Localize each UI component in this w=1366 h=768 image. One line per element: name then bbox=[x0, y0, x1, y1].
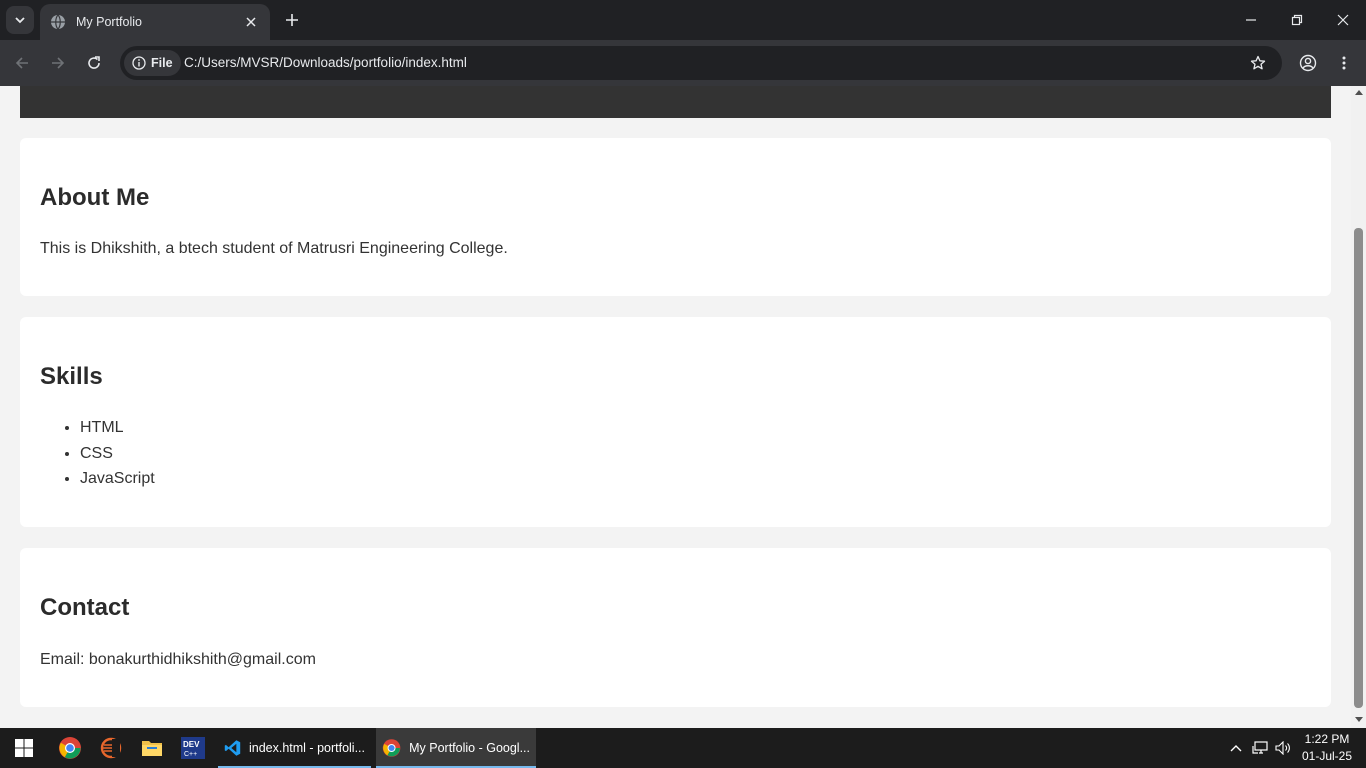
site-info-chip[interactable]: File bbox=[124, 50, 181, 76]
url-text[interactable]: C:/Users/MVSR/Downloads/portfolio/index.… bbox=[184, 55, 467, 70]
close-window-button[interactable] bbox=[1320, 0, 1366, 40]
scroll-up-arrow-icon[interactable] bbox=[1355, 90, 1363, 95]
taskbar-chrome-window[interactable]: My Portfolio - Googl... bbox=[376, 728, 536, 768]
windows-logo-icon bbox=[15, 739, 33, 757]
tray-overflow-button[interactable] bbox=[1226, 728, 1246, 768]
vscode-icon bbox=[224, 740, 241, 756]
svg-text:DEV: DEV bbox=[183, 740, 200, 749]
restore-icon bbox=[1291, 14, 1303, 26]
scroll-down-arrow-icon[interactable] bbox=[1355, 717, 1363, 722]
scrollbar-thumb[interactable] bbox=[1354, 228, 1363, 708]
taskbar-chrome[interactable] bbox=[50, 728, 90, 768]
skills-list: HTML CSS JavaScript bbox=[80, 415, 155, 492]
arrow-left-icon bbox=[15, 57, 28, 69]
dev-cpp-icon: DEV C++ bbox=[181, 737, 205, 759]
page-header bbox=[20, 86, 1331, 118]
info-icon bbox=[132, 56, 146, 70]
tab-title: My Portfolio bbox=[76, 15, 142, 29]
page-viewport: About Me This is Dhikshith, a btech stud… bbox=[0, 86, 1366, 728]
speaker-icon bbox=[1275, 741, 1290, 755]
close-icon bbox=[246, 17, 256, 27]
minimize-icon bbox=[1246, 19, 1256, 21]
network-icon bbox=[1252, 741, 1268, 754]
more-vertical-icon bbox=[1342, 56, 1346, 70]
browser-menu-button[interactable] bbox=[1330, 49, 1358, 77]
contact-email: Email: bonakurthidhikshith@gmail.com bbox=[40, 651, 316, 668]
eclipse-icon bbox=[100, 737, 122, 759]
chrome-icon bbox=[59, 737, 81, 759]
minimize-button[interactable] bbox=[1228, 0, 1274, 40]
contact-section: Contact Email: bonakurthidhikshith@gmail… bbox=[20, 548, 1331, 707]
about-section: About Me This is Dhikshith, a btech stud… bbox=[20, 138, 1331, 296]
taskbar-vscode-window[interactable]: index.html - portfoli... bbox=[218, 728, 371, 768]
svg-text:C++: C++ bbox=[184, 751, 197, 758]
windows-taskbar: DEV C++ index.html - portfoli... My Portf… bbox=[0, 728, 1366, 768]
taskbar-dev-cpp[interactable]: DEV C++ bbox=[173, 728, 213, 768]
chevron-down-icon bbox=[15, 17, 25, 24]
star-icon bbox=[1250, 55, 1266, 70]
page-scrollbar[interactable] bbox=[1351, 86, 1366, 728]
account-icon bbox=[1299, 54, 1317, 72]
restore-button[interactable] bbox=[1274, 0, 1320, 40]
tab-search-button[interactable] bbox=[6, 6, 34, 34]
back-button[interactable] bbox=[8, 49, 36, 77]
folder-icon bbox=[142, 741, 162, 756]
start-button[interactable] bbox=[4, 728, 44, 768]
browser-toolbar: File C:/Users/MVSR/Downloads/portfolio/i… bbox=[0, 40, 1366, 86]
network-tray-icon[interactable] bbox=[1250, 728, 1270, 768]
taskbar-app-label: index.html - portfoli... bbox=[248, 741, 365, 755]
skills-heading: Skills bbox=[40, 363, 103, 390]
arrow-right-icon bbox=[52, 57, 65, 69]
reload-button[interactable] bbox=[80, 49, 108, 77]
contact-heading: Contact bbox=[40, 594, 130, 621]
site-info-label: File bbox=[151, 56, 173, 70]
taskbar-clock[interactable]: 1:22 PM 01-Jul-25 bbox=[1296, 731, 1358, 765]
profile-button[interactable] bbox=[1294, 49, 1322, 77]
about-heading: About Me bbox=[40, 184, 150, 211]
bookmark-button[interactable] bbox=[1248, 53, 1268, 73]
reload-icon bbox=[88, 56, 100, 69]
skill-item: CSS bbox=[80, 441, 155, 467]
volume-tray-icon[interactable] bbox=[1273, 728, 1293, 768]
chevron-up-icon bbox=[1230, 745, 1242, 752]
new-tab-button[interactable] bbox=[280, 8, 304, 32]
globe-icon bbox=[50, 14, 66, 30]
chrome-icon bbox=[382, 739, 401, 757]
skills-section: Skills HTML CSS JavaScript bbox=[20, 317, 1331, 527]
about-text: This is Dhikshith, a btech student of Ma… bbox=[40, 240, 508, 257]
taskbar-app-label: My Portfolio - Googl... bbox=[409, 741, 530, 755]
skill-item: JavaScript bbox=[80, 466, 155, 492]
address-bar[interactable]: File C:/Users/MVSR/Downloads/portfolio/i… bbox=[120, 46, 1282, 80]
tab-close-button[interactable] bbox=[242, 13, 260, 31]
taskbar-eclipse[interactable] bbox=[91, 728, 131, 768]
skill-item: HTML bbox=[80, 415, 155, 441]
browser-tab-active[interactable]: My Portfolio bbox=[40, 4, 270, 40]
forward-button[interactable] bbox=[44, 49, 72, 77]
taskbar-file-explorer[interactable] bbox=[132, 728, 172, 768]
clock-date: 01-Jul-25 bbox=[1301, 749, 1353, 763]
browser-tab-strip: My Portfolio bbox=[0, 0, 1366, 40]
close-icon bbox=[1337, 14, 1349, 26]
plus-icon bbox=[286, 14, 298, 26]
clock-time: 1:22 PM bbox=[1304, 732, 1350, 746]
